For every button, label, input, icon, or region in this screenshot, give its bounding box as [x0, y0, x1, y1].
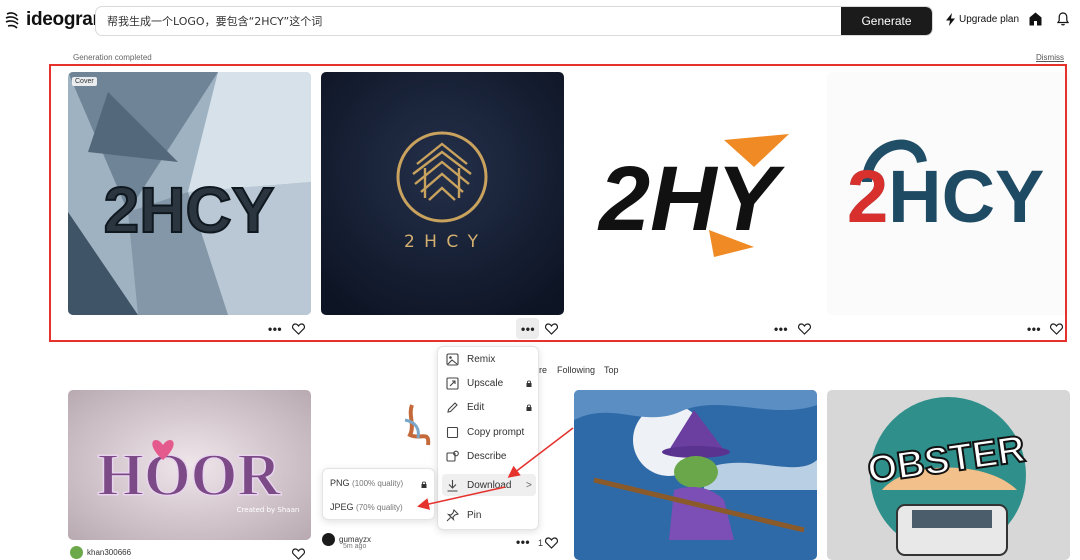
pin-icon — [446, 508, 459, 521]
remix-icon — [446, 352, 459, 366]
feed-image-1[interactable]: HOOR Created by Shaan — [68, 390, 311, 540]
format-label: JPEG — [330, 502, 354, 512]
tab-top[interactable]: Top — [604, 365, 619, 375]
heart-icon[interactable] — [292, 548, 305, 560]
lock-icon — [526, 404, 532, 411]
menu-item-upscale[interactable]: Upscale — [438, 372, 538, 394]
more-options-icon[interactable]: ••• — [521, 323, 535, 335]
feed-image-2[interactable] — [390, 390, 440, 470]
quality-label: (100% quality) — [352, 479, 404, 488]
upgrade-plan-link[interactable]: Upgrade plan — [945, 13, 1019, 26]
more-options-icon[interactable]: ••• — [774, 323, 788, 335]
image-text: HOOR — [97, 442, 281, 508]
prompt-bar: Generate — [95, 6, 933, 36]
home-icon[interactable] — [1029, 12, 1042, 26]
upgrade-plan-label: Upgrade plan — [959, 14, 1020, 25]
cover-badge: Cover — [72, 77, 97, 86]
more-options-icon[interactable]: ••• — [516, 536, 530, 548]
feed-image-3[interactable] — [574, 390, 817, 560]
image-text: 2 H C Y — [404, 232, 480, 252]
menu-item-label: Copy prompt — [467, 426, 525, 438]
generated-image-1[interactable]: 2HCY Cover — [68, 72, 311, 315]
tab-following[interactable]: Following — [557, 365, 595, 375]
image-options-menu: Remix Upscale Edit Copy prompt Describe … — [437, 346, 539, 530]
generated-image-2[interactable]: 2 H C Y — [321, 72, 564, 315]
chevron-right-icon: > — [526, 479, 532, 491]
menu-item-download[interactable]: Download > — [442, 474, 536, 496]
image-text: 2HCY — [104, 174, 275, 246]
generated-image-4[interactable]: 2HCY 2 — [827, 72, 1070, 315]
image-hoor: HOOR Created by Shaan — [68, 390, 311, 540]
heart-icon[interactable] — [545, 323, 558, 335]
format-label: PNG — [330, 478, 350, 488]
more-options-icon[interactable]: ••• — [1027, 323, 1041, 335]
ideogram-logo-icon — [5, 12, 19, 29]
avatar — [322, 533, 335, 546]
menu-item-describe[interactable]: Describe — [438, 445, 538, 467]
menu-item-label: Edit — [467, 401, 485, 413]
top-bar: ideogram Generate Upgrade plan — [0, 0, 1080, 44]
menu-item-label: Pin — [467, 509, 482, 521]
feed-image-4[interactable]: OBSTER — [827, 390, 1070, 560]
image-2hcy-gold: 2 H C Y — [321, 72, 564, 315]
image-2hcy-metallic: 2HCY — [68, 72, 311, 315]
image-deer — [390, 390, 440, 470]
lock-icon — [526, 380, 532, 387]
generated-image-3[interactable]: 2HY — [574, 72, 817, 315]
menu-item-edit[interactable]: Edit — [438, 396, 538, 418]
lightning-icon — [946, 13, 955, 26]
copy-icon — [446, 426, 459, 438]
menu-item-label: Describe — [467, 450, 507, 462]
prompt-input[interactable] — [96, 7, 842, 35]
download-jpeg-option[interactable]: JPEG (70% quality) — [330, 502, 403, 512]
menu-item-remix[interactable]: Remix — [438, 348, 538, 370]
bell-icon[interactable] — [1057, 12, 1069, 26]
heart-icon[interactable] — [545, 537, 558, 549]
logo[interactable]: ideogram — [4, 9, 109, 31]
image-text: 2HY — [597, 148, 786, 250]
image-text-accent: 2 — [847, 155, 888, 238]
image-obster: OBSTER — [827, 390, 1070, 560]
heart-icon[interactable] — [798, 323, 811, 335]
describe-icon — [446, 450, 459, 462]
menu-item-label: Download — [467, 479, 512, 491]
generate-button[interactable]: Generate — [841, 7, 932, 35]
image-caption: Created by Shaan — [237, 506, 300, 514]
menu-item-label: Remix — [467, 353, 496, 365]
menu-item-copy-prompt[interactable]: Copy prompt — [438, 421, 538, 443]
generation-status: Generation completed — [73, 53, 152, 62]
like-count: 1 — [538, 538, 544, 548]
dismiss-link[interactable]: Dismiss — [1036, 53, 1064, 62]
download-submenu: PNG (100% quality) JPEG (70% quality) — [322, 468, 435, 520]
upscale-icon — [446, 376, 459, 390]
download-png-option[interactable]: PNG (100% quality) — [330, 478, 403, 488]
more-options-icon[interactable]: ••• — [268, 323, 282, 335]
post-time: 5m ago — [343, 543, 367, 550]
lock-icon — [421, 481, 427, 488]
menu-item-pin[interactable]: Pin — [438, 504, 538, 526]
image-2hy: 2HY — [574, 72, 817, 315]
tab-partial[interactable]: re — [539, 365, 547, 375]
quality-label: (70% quality) — [356, 503, 403, 512]
pencil-icon — [447, 401, 458, 413]
image-frog-witch — [574, 390, 817, 560]
menu-item-label: Upscale — [467, 377, 504, 389]
heart-icon[interactable] — [1050, 323, 1063, 335]
heart-icon[interactable] — [292, 323, 305, 335]
image-2hcy-red-blue: 2HCY 2 — [827, 72, 1070, 315]
download-icon — [447, 479, 458, 492]
